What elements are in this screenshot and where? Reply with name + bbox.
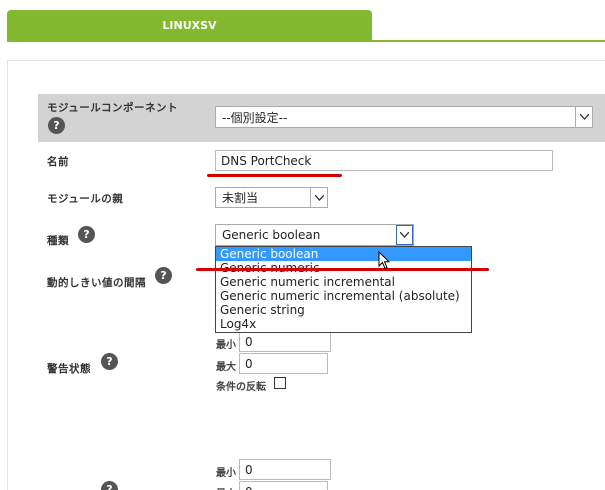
type-option[interactable]: Generic boolean bbox=[216, 247, 471, 261]
critical-max-label: 最大 bbox=[216, 485, 236, 490]
warning-max-input[interactable]: 0 bbox=[239, 353, 328, 374]
critical-min-value: 0 bbox=[245, 462, 253, 477]
chevron-down-icon bbox=[310, 188, 327, 207]
type-option[interactable]: Generic string bbox=[216, 303, 471, 317]
type-option[interactable]: Generic numeric incremental (absolute) bbox=[216, 289, 471, 303]
name-label: 名前 bbox=[47, 156, 69, 168]
parent-value: 未割当 bbox=[222, 191, 259, 205]
module-component-label: モジュールコンポーネント bbox=[47, 102, 179, 114]
invert-label: 条件の反転 bbox=[216, 382, 266, 393]
tab-underline bbox=[7, 40, 605, 42]
mouse-pointer-icon bbox=[378, 251, 391, 270]
critical-min-input[interactable]: 0 bbox=[239, 459, 331, 480]
type-value: Generic boolean bbox=[222, 228, 321, 242]
warning-max-label: 最大 bbox=[216, 362, 236, 373]
help-icon[interactable]: ? bbox=[78, 226, 95, 243]
critical-max-input[interactable]: 0 bbox=[239, 481, 328, 490]
warning-min-value: 0 bbox=[245, 334, 253, 349]
red-underline-annotation bbox=[196, 268, 489, 271]
warning-label: 警告状態 bbox=[47, 363, 91, 375]
critical-min-label: 最小 bbox=[216, 468, 236, 479]
type-dropdown-list[interactable]: Generic boolean Generic numeric Generic … bbox=[215, 246, 472, 333]
tab-linuxsv[interactable]: LINUXSV bbox=[7, 10, 372, 41]
type-label: 種類 bbox=[47, 235, 69, 247]
module-component-select[interactable]: --個別設定-- bbox=[215, 106, 593, 128]
type-option[interactable]: Log4x bbox=[216, 317, 471, 331]
chevron-down-icon bbox=[575, 107, 592, 127]
name-value: DNS PortCheck bbox=[221, 153, 312, 168]
parent-label: モジュールの親 bbox=[47, 193, 124, 205]
critical-max-value: 0 bbox=[245, 485, 253, 490]
warning-min-input[interactable]: 0 bbox=[239, 331, 331, 352]
type-option[interactable]: Generic numeric incremental bbox=[216, 275, 471, 289]
help-icon[interactable]: ? bbox=[101, 353, 118, 370]
tab-title: LINUXSV bbox=[162, 19, 217, 32]
type-select[interactable]: Generic boolean bbox=[215, 224, 414, 246]
warning-min-label: 最小 bbox=[216, 340, 236, 351]
invert-checkbox[interactable] bbox=[274, 377, 286, 389]
dynamic-threshold-label: 動的しきい値の間隔 bbox=[47, 277, 146, 289]
help-icon[interactable]: ? bbox=[48, 117, 65, 134]
parent-select[interactable]: 未割当 bbox=[215, 187, 328, 208]
name-input[interactable]: DNS PortCheck bbox=[215, 150, 553, 171]
warning-max-value: 0 bbox=[245, 356, 253, 371]
help-icon[interactable]: ? bbox=[155, 267, 172, 284]
red-underline-annotation bbox=[207, 174, 342, 177]
chevron-down-icon bbox=[396, 225, 413, 245]
module-component-value: --個別設定-- bbox=[222, 110, 288, 125]
